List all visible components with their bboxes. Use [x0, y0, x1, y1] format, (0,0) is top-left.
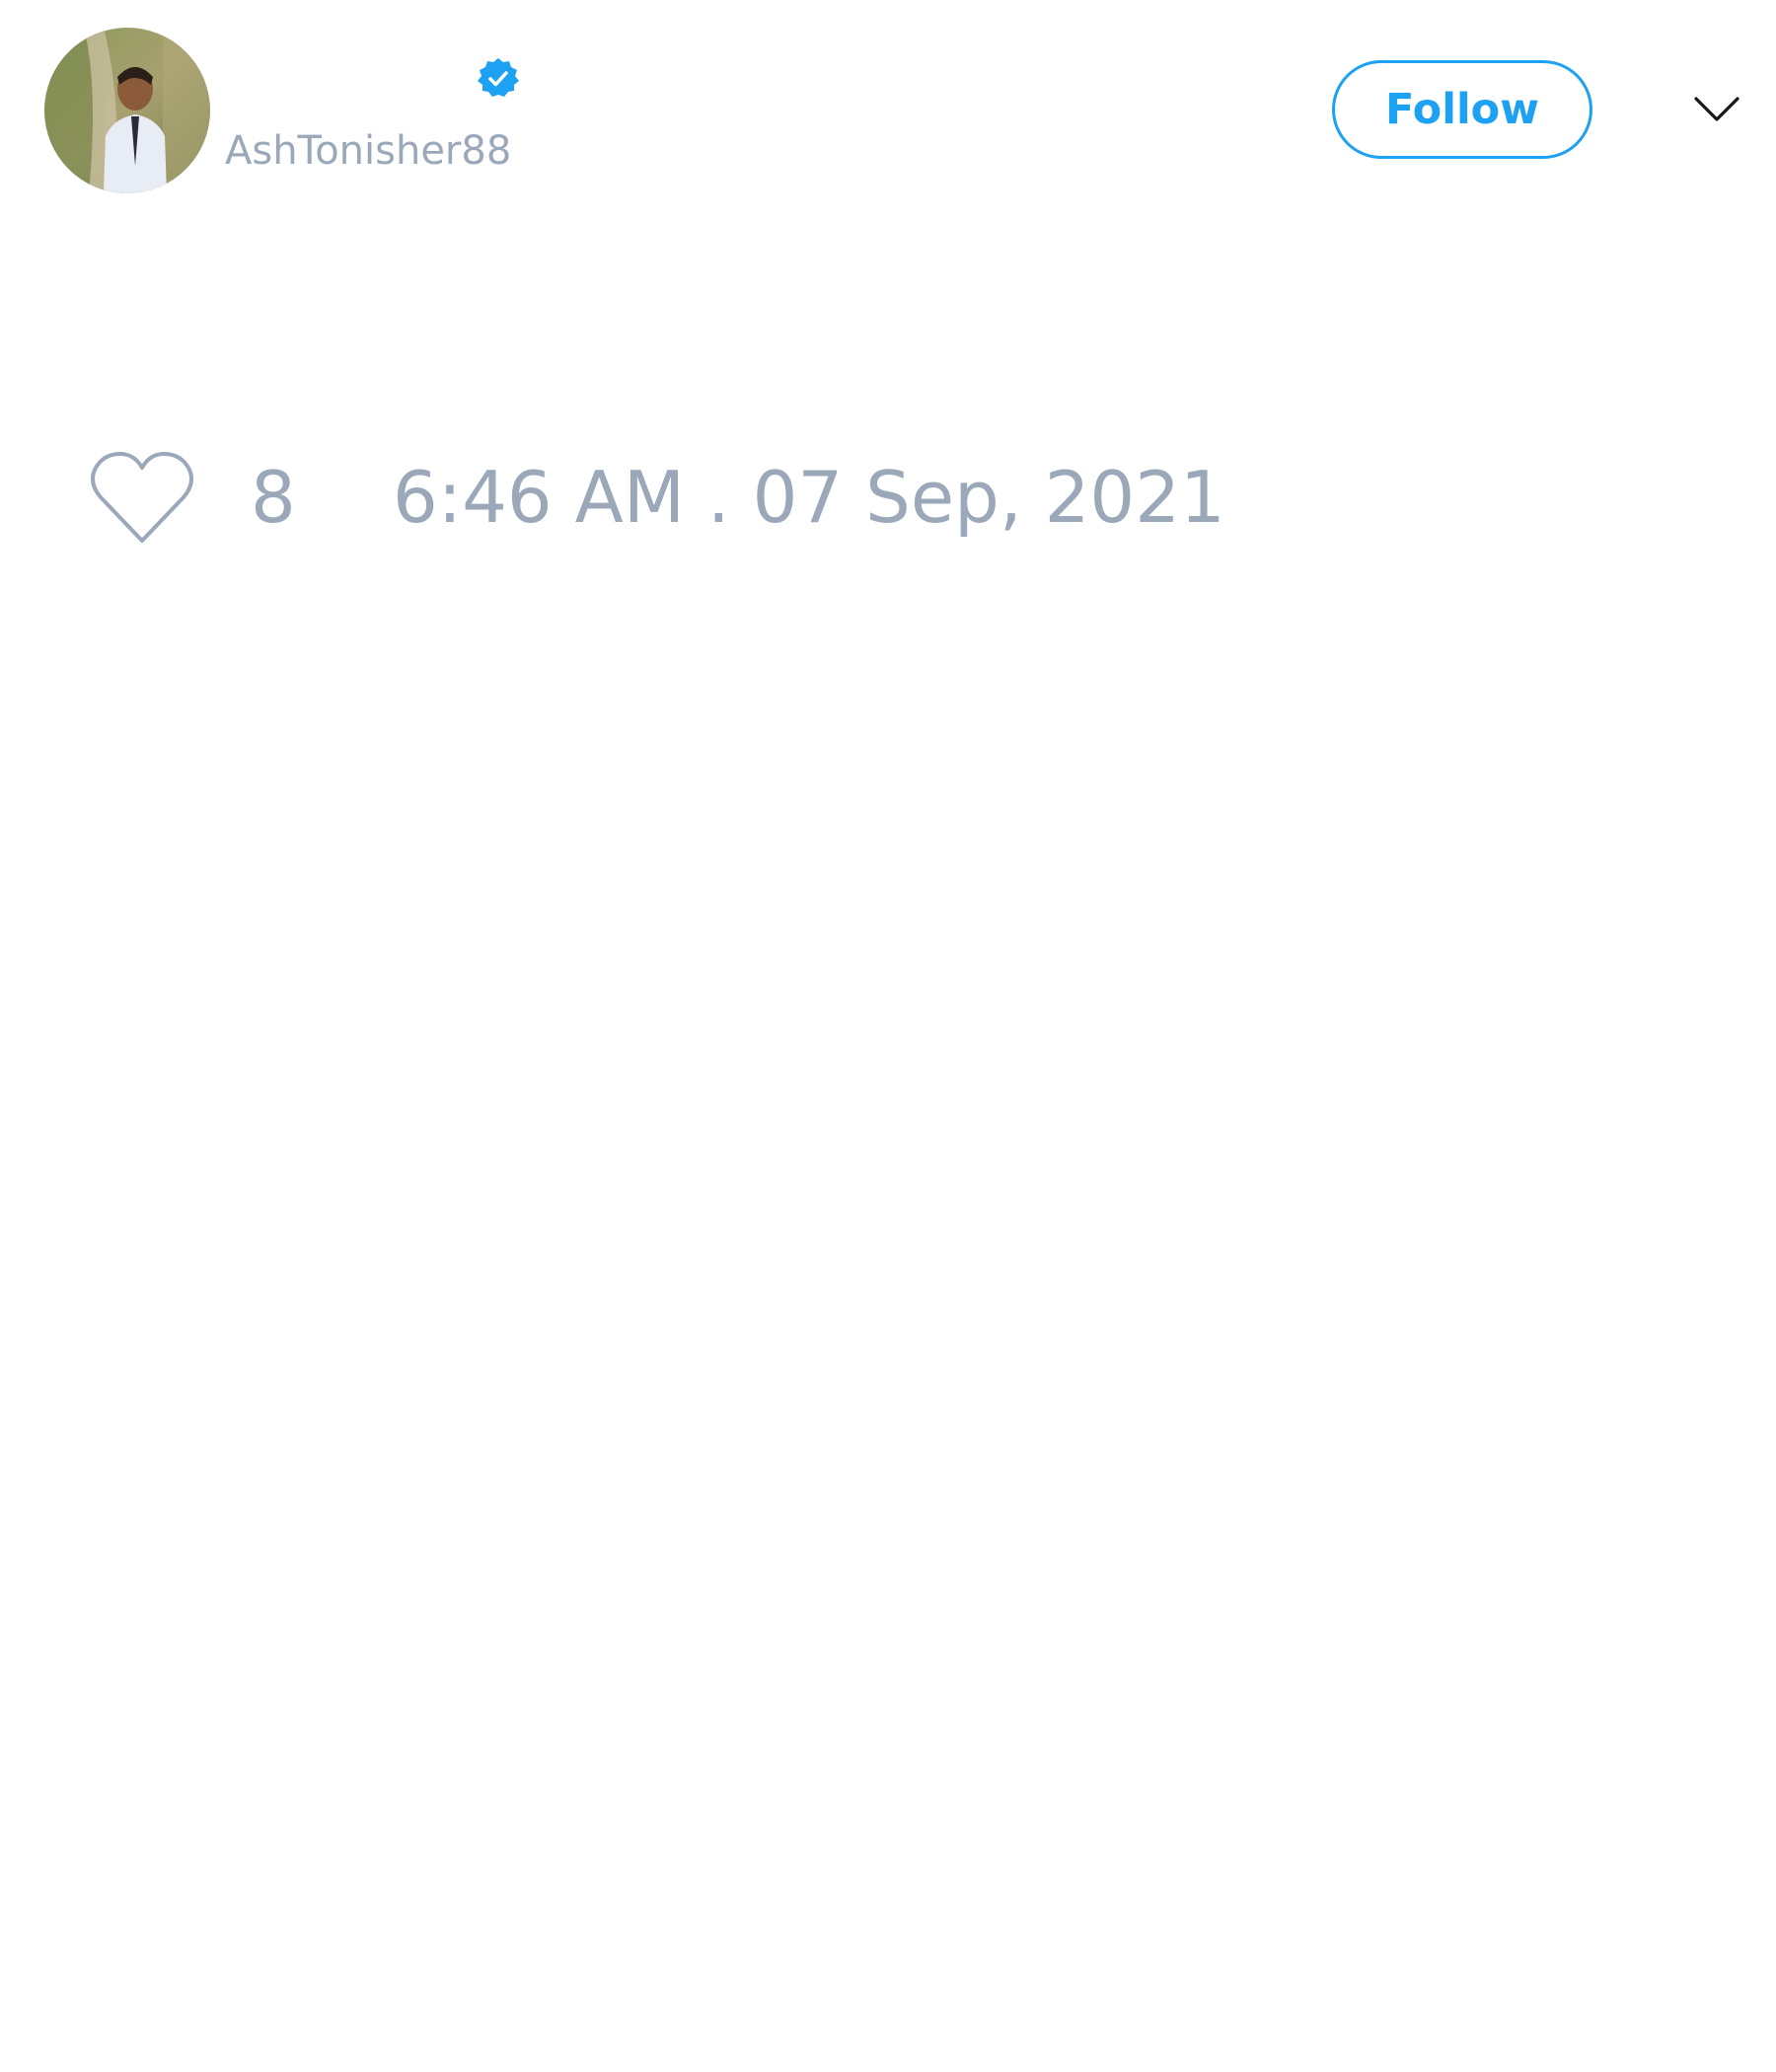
- tweet-header: AshTonisher88 Follow: [0, 0, 1776, 217]
- avatar-photo: [44, 28, 210, 193]
- chevron-down-icon[interactable]: [1693, 91, 1740, 128]
- verified-badge-icon: [476, 56, 521, 102]
- like-count: 8: [251, 456, 296, 539]
- avatar[interactable]: [44, 28, 210, 193]
- follow-button[interactable]: Follow: [1332, 60, 1592, 159]
- tweet-meta: 8 6:46 AM . 07 Sep, 2021: [0, 434, 1776, 553]
- author-handle[interactable]: AshTonisher88: [225, 126, 511, 176]
- heart-outline-icon[interactable]: [89, 450, 195, 545]
- tweet-timestamp[interactable]: 6:46 AM . 07 Sep, 2021: [393, 456, 1225, 539]
